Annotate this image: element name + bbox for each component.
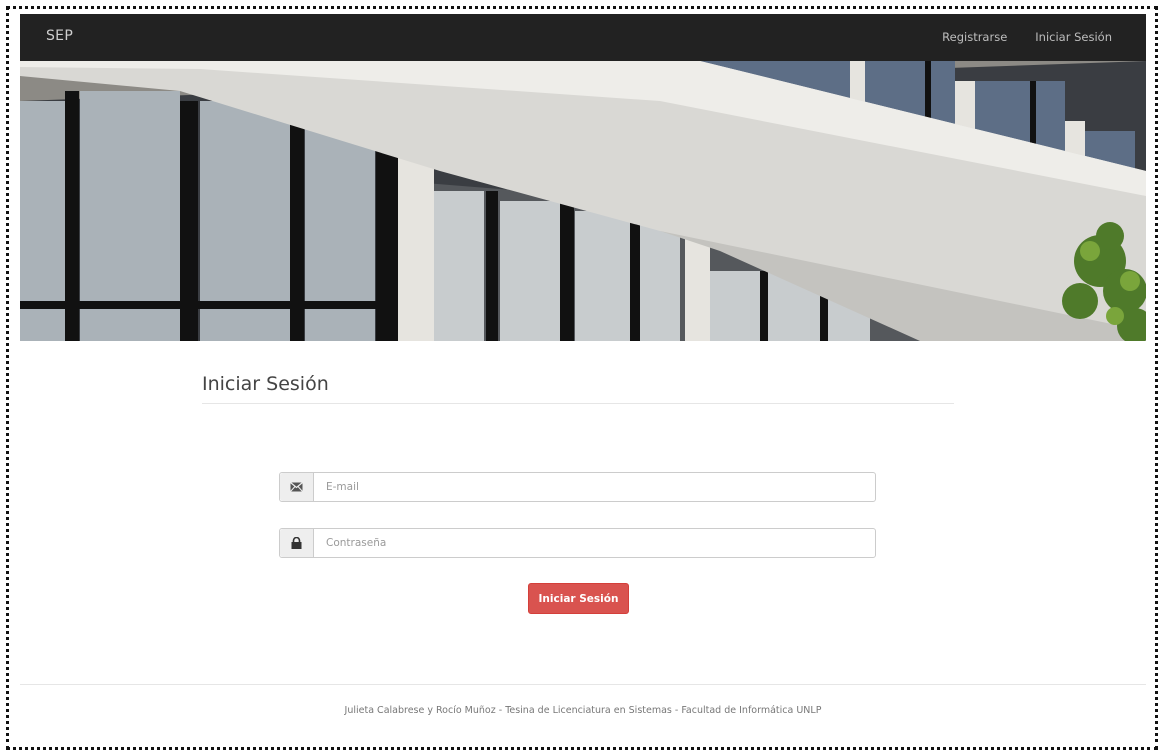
- login-content: Iniciar Sesión Iniciar S: [20, 341, 1146, 734]
- title-divider: [202, 403, 954, 404]
- register-link[interactable]: Registrarse: [942, 30, 1007, 44]
- hero-image: [20, 61, 1146, 341]
- footer-divider: [20, 684, 1146, 685]
- password-input-group: [279, 528, 876, 558]
- page-title: Iniciar Sesión: [202, 372, 329, 395]
- navbar-links: Registrarse Iniciar Sesión: [942, 30, 1112, 44]
- navbar: SEP Registrarse Iniciar Sesión: [20, 14, 1146, 61]
- page: SEP Registrarse Iniciar Sesión Iniciar S…: [20, 14, 1146, 734]
- password-input[interactable]: [314, 529, 875, 557]
- building-photo: [20, 61, 1146, 341]
- login-button[interactable]: Iniciar Sesión: [528, 583, 629, 614]
- login-link[interactable]: Iniciar Sesión: [1035, 30, 1112, 44]
- brand-link[interactable]: SEP: [46, 28, 73, 44]
- envelope-icon: [280, 473, 314, 501]
- lock-icon: [280, 529, 314, 557]
- footer-text: Julieta Calabrese y Rocío Muñoz - Tesina…: [344, 705, 822, 716]
- email-input[interactable]: [314, 473, 875, 501]
- email-input-group: [279, 472, 876, 502]
